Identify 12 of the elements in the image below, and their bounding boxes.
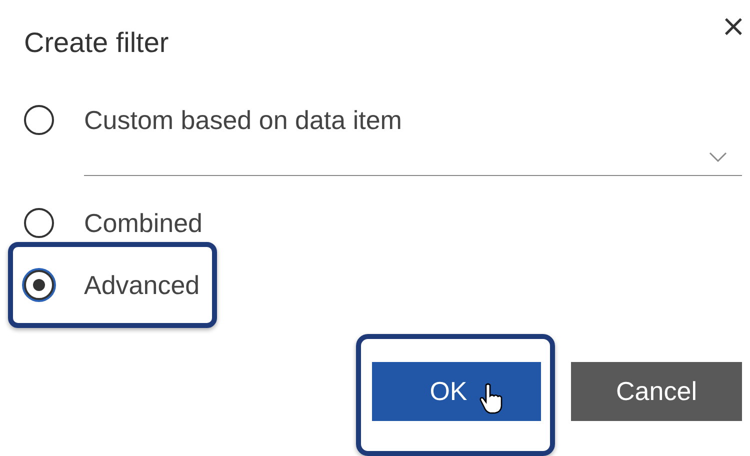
- radio-button[interactable]: [24, 270, 54, 300]
- dropdown-field[interactable]: [84, 151, 742, 176]
- radio-button[interactable]: [24, 208, 54, 238]
- dialog-button[interactable]: OK: [372, 362, 541, 421]
- dialog-title: Create filter: [24, 28, 169, 58]
- dialog-button[interactable]: Cancel: [571, 362, 742, 421]
- chevron-icon: [708, 151, 728, 163]
- radio-button[interactable]: [24, 105, 54, 135]
- close-button[interactable]: ×: [716, 12, 750, 42]
- option-label[interactable]: Custom based on data item: [84, 102, 402, 138]
- option-label[interactable]: Combined: [84, 205, 203, 241]
- option-label[interactable]: Advanced: [84, 267, 200, 303]
